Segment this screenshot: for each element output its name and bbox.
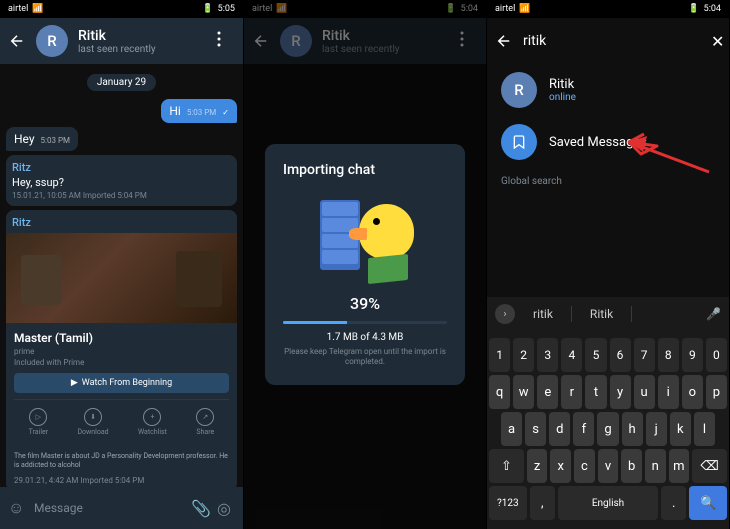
keyboard: 1234567890 qwertyuiop asdfghjkl ⇧ zxcvbn… bbox=[487, 331, 729, 529]
key-0[interactable]: 0 bbox=[706, 338, 727, 372]
download-button[interactable]: ⬇Download bbox=[77, 408, 108, 436]
media-title: Master (Tamil) bbox=[14, 331, 229, 345]
key-e[interactable]: e bbox=[537, 375, 558, 409]
key-5[interactable]: 5 bbox=[585, 338, 606, 372]
search-header: ✕ bbox=[487, 18, 729, 64]
modal-overlay: Importing chat 39% 1.7 MB of 4.3 MB Plea… bbox=[244, 0, 486, 529]
mic-icon[interactable]: 🎤 bbox=[706, 307, 721, 321]
key-7[interactable]: 7 bbox=[634, 338, 655, 372]
key-c[interactable]: c bbox=[574, 449, 595, 483]
key-6[interactable]: 6 bbox=[610, 338, 631, 372]
share-button[interactable]: ↗Share bbox=[196, 408, 214, 436]
key-3[interactable]: 3 bbox=[537, 338, 558, 372]
progress-hint: Please keep Telegram open until the impo… bbox=[283, 347, 447, 368]
date-chip: January 29 bbox=[87, 74, 156, 91]
key-2[interactable]: 2 bbox=[513, 338, 534, 372]
attach-icon[interactable]: 📎 bbox=[191, 499, 209, 518]
search-result-saved[interactable]: Saved Messages bbox=[487, 116, 729, 168]
clear-icon[interactable]: ✕ bbox=[711, 32, 724, 51]
trailer-button[interactable]: ▷Trailer bbox=[29, 408, 48, 436]
comma-key[interactable]: , bbox=[530, 486, 555, 520]
space-key[interactable]: English bbox=[558, 486, 658, 520]
suggestion[interactable]: ritik bbox=[523, 307, 563, 321]
modal-title: Importing chat bbox=[283, 162, 447, 178]
watchlist-button[interactable]: +Watchlist bbox=[138, 408, 167, 436]
chat-header: R Ritik last seen recently bbox=[0, 18, 243, 64]
back-icon[interactable] bbox=[495, 32, 513, 50]
progress-size: 1.7 MB of 4.3 MB bbox=[283, 332, 447, 343]
avatar: R bbox=[501, 72, 537, 108]
progress-percent: 39% bbox=[283, 294, 447, 313]
avatar[interactable]: R bbox=[36, 25, 68, 57]
key-m[interactable]: m bbox=[669, 449, 690, 483]
key-s[interactable]: s bbox=[525, 412, 546, 446]
message-input-bar: ☺ Message 📎 ◎ bbox=[0, 487, 243, 529]
camera-icon[interactable]: ◎ bbox=[217, 499, 235, 518]
shift-key[interactable]: ⇧ bbox=[489, 449, 524, 483]
bookmark-icon bbox=[501, 124, 537, 160]
key-k[interactable]: k bbox=[670, 412, 691, 446]
period-key[interactable]: . bbox=[661, 486, 686, 520]
chat-subtitle: last seen recently bbox=[78, 44, 207, 55]
key-u[interactable]: u bbox=[634, 375, 655, 409]
key-1[interactable]: 1 bbox=[489, 338, 510, 372]
symbols-key[interactable]: ?123 bbox=[489, 486, 527, 520]
key-v[interactable]: v bbox=[598, 449, 619, 483]
chat-title[interactable]: Ritik bbox=[78, 28, 207, 44]
key-p[interactable]: p bbox=[706, 375, 727, 409]
media-thumbnail[interactable] bbox=[6, 233, 237, 323]
key-y[interactable]: y bbox=[610, 375, 631, 409]
key-r[interactable]: r bbox=[561, 375, 582, 409]
key-x[interactable]: x bbox=[550, 449, 571, 483]
keyboard-suggestions: › ritik Ritik 🎤 bbox=[487, 297, 729, 331]
search-input[interactable] bbox=[523, 33, 701, 49]
key-d[interactable]: d bbox=[549, 412, 570, 446]
section-label: Global search bbox=[487, 168, 729, 191]
suggestion[interactable]: Ritik bbox=[580, 307, 623, 321]
status-bar: airtel📶 🔋5:04 bbox=[487, 0, 729, 18]
key-o[interactable]: o bbox=[682, 375, 703, 409]
watch-button[interactable]: ▶Watch From Beginning bbox=[14, 373, 229, 393]
key-8[interactable]: 8 bbox=[658, 338, 679, 372]
forwarded-media[interactable]: Ritz Master (Tamil) prime Included with … bbox=[6, 210, 237, 487]
phone-chat: airtel📶 🔋5:05 R Ritik last seen recently… bbox=[0, 0, 243, 529]
expand-suggestions-icon[interactable]: › bbox=[495, 304, 515, 324]
key-q[interactable]: q bbox=[489, 375, 510, 409]
key-t[interactable]: t bbox=[585, 375, 606, 409]
progress-bar bbox=[283, 321, 447, 324]
duck-sticker bbox=[310, 192, 420, 282]
search-result-user[interactable]: R Ritik online bbox=[487, 64, 729, 116]
search-results: R Ritik online Saved Messages Global sea… bbox=[487, 64, 729, 297]
back-icon[interactable] bbox=[8, 32, 26, 50]
incoming-message[interactable]: Hey5:03 PM bbox=[6, 127, 78, 151]
forwarded-message[interactable]: Ritz Hey, ssup? 15.01.21, 10:05 AM Impor… bbox=[6, 155, 237, 206]
key-z[interactable]: z bbox=[527, 449, 548, 483]
key-g[interactable]: g bbox=[597, 412, 618, 446]
key-h[interactable]: h bbox=[622, 412, 643, 446]
key-w[interactable]: w bbox=[513, 375, 534, 409]
outgoing-message[interactable]: Hi5:03 PM✓ bbox=[161, 99, 237, 123]
message-input[interactable]: Message bbox=[34, 501, 183, 515]
phone-importing: airtel📶 🔋5:04 R Ritik last seen recently… bbox=[243, 0, 486, 529]
chat-body[interactable]: January 29 Hi5:03 PM✓ Hey5:03 PM Ritz He… bbox=[0, 64, 243, 487]
key-l[interactable]: l bbox=[694, 412, 715, 446]
more-icon[interactable] bbox=[217, 31, 235, 51]
key-n[interactable]: n bbox=[645, 449, 666, 483]
key-9[interactable]: 9 bbox=[682, 338, 703, 372]
key-a[interactable]: a bbox=[501, 412, 522, 446]
key-i[interactable]: i bbox=[658, 375, 679, 409]
search-key[interactable]: 🔍 bbox=[689, 486, 727, 520]
backspace-key[interactable]: ⌫ bbox=[692, 449, 727, 483]
key-f[interactable]: f bbox=[573, 412, 594, 446]
key-b[interactable]: b bbox=[621, 449, 642, 483]
emoji-icon[interactable]: ☺ bbox=[8, 498, 26, 518]
key-j[interactable]: j bbox=[646, 412, 667, 446]
status-bar: airtel📶 🔋5:05 bbox=[0, 0, 243, 18]
phone-search: airtel📶 🔋5:04 ✕ R Ritik online Saved Mes… bbox=[486, 0, 729, 529]
importing-modal: Importing chat 39% 1.7 MB of 4.3 MB Plea… bbox=[265, 144, 465, 386]
key-4[interactable]: 4 bbox=[561, 338, 582, 372]
